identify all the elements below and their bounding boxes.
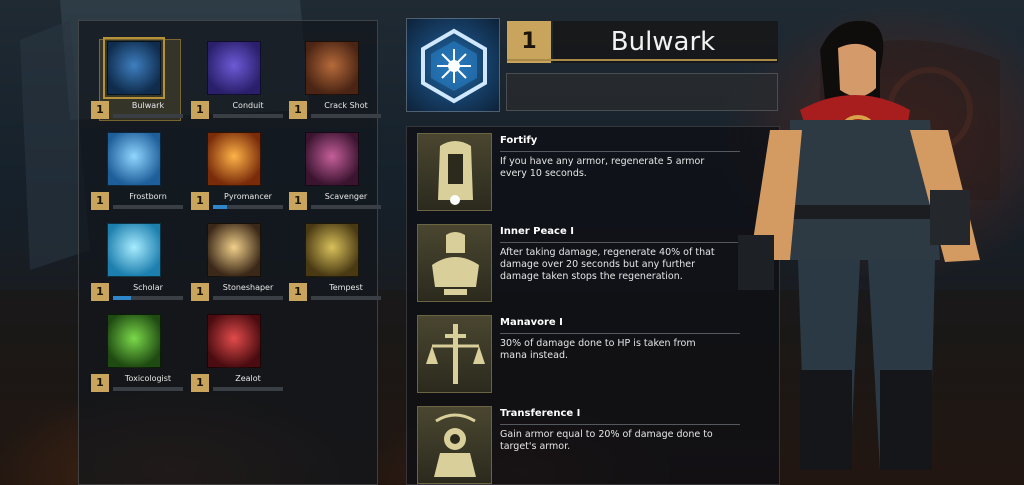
pot-icon xyxy=(305,132,359,186)
perk-title: Inner Peace I xyxy=(500,226,574,237)
class-name-label: Bulwark xyxy=(131,101,165,110)
rock-icon xyxy=(207,223,261,277)
class-xp-bar xyxy=(213,114,283,118)
perk-divider xyxy=(500,333,740,334)
class-tile-conduit[interactable]: 1 Conduit xyxy=(191,41,283,131)
perk-description: Gain armor equal to 20% of damage done t… xyxy=(500,429,713,452)
class-level-badge: 1 xyxy=(191,101,209,119)
class-name-label: Zealot xyxy=(235,374,261,383)
perk-item[interactable]: Inner Peace I After taking damage, regen… xyxy=(407,224,781,312)
selected-class-icon xyxy=(406,18,500,112)
class-level-badge: 1 xyxy=(289,101,307,119)
class-name-label: Tempest xyxy=(329,283,363,292)
selected-class-level: 1 xyxy=(507,21,551,63)
class-tile-stoneshaper[interactable]: 1 Stoneshaper xyxy=(191,223,283,313)
meditating-knight-icon xyxy=(417,224,492,302)
class-name-label: Frostborn xyxy=(129,192,167,201)
class-xp-bar xyxy=(311,296,381,300)
perk-description: 30% of damage done to HP is taken from m… xyxy=(500,338,696,361)
perk-item[interactable]: Manavore I 30% of damage done to HP is t… xyxy=(407,315,781,403)
class-xp-bar xyxy=(311,205,381,209)
class-tile-scavenger[interactable]: 1 Scavenger xyxy=(289,132,381,222)
class-level-badge: 1 xyxy=(91,374,109,392)
class-tile-pyromancer[interactable]: 1 Pyromancer xyxy=(191,132,283,222)
class-xp-bar xyxy=(113,387,183,391)
perk-description: If you have any armor, regenerate 5 armo… xyxy=(500,156,705,179)
class-xp-bar xyxy=(113,114,183,118)
flame-icon xyxy=(207,132,261,186)
perk-item[interactable]: Fortify If you have any armor, regenerat… xyxy=(407,133,781,221)
class-xp-bar xyxy=(213,296,283,300)
class-tile-scholar[interactable]: 1 Scholar xyxy=(91,223,183,313)
class-name-label: Scholar xyxy=(133,283,163,292)
class-xp-bar xyxy=(113,296,183,300)
toxic-ring-icon xyxy=(107,314,161,368)
perk-divider xyxy=(500,242,740,243)
class-tile-crack-shot[interactable]: 1 Crack Shot xyxy=(289,41,381,131)
class-level-badge: 1 xyxy=(289,283,307,301)
class-name-label: Conduit xyxy=(232,101,264,110)
class-level-badge: 1 xyxy=(91,101,109,119)
class-tile-zealot[interactable]: 1 Zealot xyxy=(191,314,283,404)
shield-icon xyxy=(421,28,487,104)
perk-item[interactable]: Transference I Gain armor equal to 20% o… xyxy=(407,406,781,485)
perk-title: Manavore I xyxy=(500,317,563,328)
perk-description: After taking damage, regenerate 40% of t… xyxy=(500,247,715,282)
class-name-label: Stoneshaper xyxy=(222,283,274,292)
class-level-badge: 1 xyxy=(91,192,109,210)
perk-title: Fortify xyxy=(500,135,538,146)
class-xp-bar xyxy=(213,387,283,391)
shield-icon xyxy=(103,37,165,99)
character-model xyxy=(738,20,980,470)
lightning-icon xyxy=(207,41,261,95)
class-name-label: Scavenger xyxy=(324,192,368,201)
class-tile-tempest[interactable]: 1 Tempest xyxy=(289,223,381,313)
crosshair-icon xyxy=(305,41,359,95)
whirlwind-icon xyxy=(305,223,359,277)
class-name-label: Crack Shot xyxy=(324,101,368,110)
knight-helmet-icon xyxy=(417,133,492,211)
class-name-label: Toxicologist xyxy=(124,374,172,383)
perk-divider xyxy=(500,151,740,152)
perk-list-panel: Fortify If you have any armor, regenerat… xyxy=(406,126,780,485)
class-tile-toxicologist[interactable]: 1 Toxicologist xyxy=(91,314,183,404)
class-xp-fill xyxy=(213,205,227,209)
ice-crystal-icon xyxy=(107,132,161,186)
class-level-badge: 1 xyxy=(191,374,209,392)
class-tile-bulwark[interactable]: 1 Bulwark xyxy=(91,37,183,131)
class-tile-frostborn[interactable]: 1 Frostborn xyxy=(91,132,183,222)
perk-divider xyxy=(500,424,740,425)
class-xp-bar xyxy=(311,114,381,118)
class-xp-fill xyxy=(113,296,131,300)
book-icon xyxy=(107,223,161,277)
figure-arrows-icon xyxy=(417,406,492,484)
scales-sword-icon xyxy=(417,315,492,393)
class-xp-bar xyxy=(213,205,283,209)
class-level-badge: 1 xyxy=(191,283,209,301)
class-name-label: Pyromancer xyxy=(224,192,272,201)
class-level-badge: 1 xyxy=(191,192,209,210)
class-xp-bar xyxy=(113,205,183,209)
perk-title: Transference I xyxy=(500,408,581,419)
class-list-panel: 1 Bulwark 1 Conduit 1 Crack Shot 1 Frostborn 1 Py… xyxy=(78,20,381,485)
blade-icon xyxy=(207,314,261,368)
class-level-badge: 1 xyxy=(289,192,307,210)
class-level-badge: 1 xyxy=(91,283,109,301)
